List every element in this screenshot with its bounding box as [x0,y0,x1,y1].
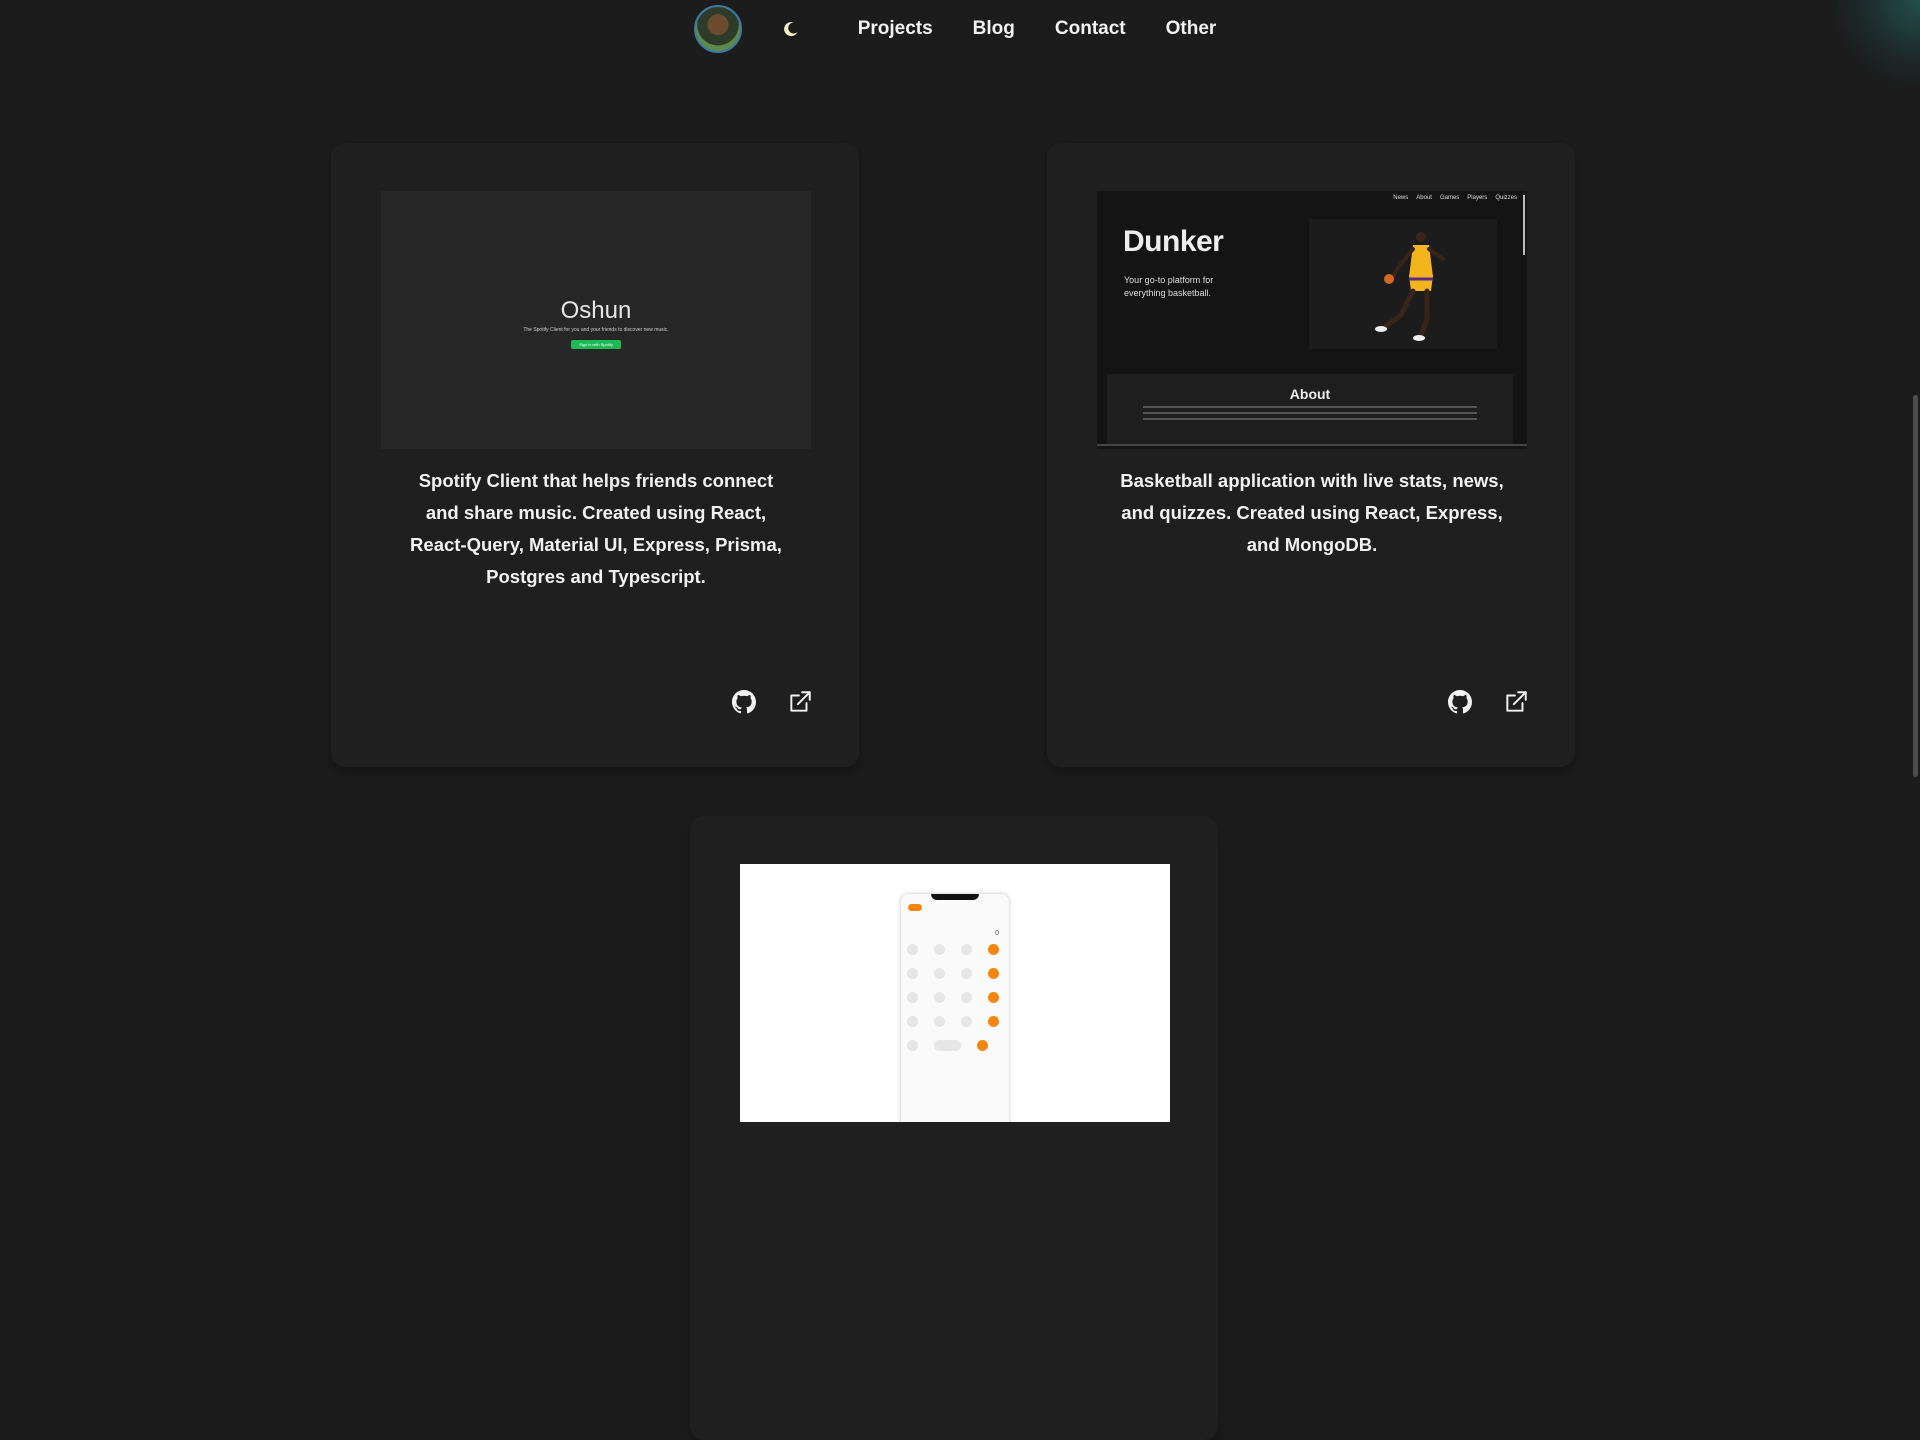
oshun-subtitle: The Spotify Client for you and your frie… [523,327,669,333]
nav-link-blog[interactable]: Blog [973,18,1015,40]
nav-link-projects[interactable]: Projects [858,18,933,40]
github-icon[interactable] [731,689,757,715]
dunker-about-title: About [1289,386,1331,402]
avatar[interactable] [693,5,742,53]
project-card-oshun: Oshun The Spotify Client for you and you… [331,143,859,767]
project-card-calculator: 0 [690,816,1218,1440]
dunker-nav-item: News [1393,195,1409,201]
project-links [731,689,813,715]
dunker-about-text [1143,406,1477,420]
nav-links: Projects Blog Contact Other [838,18,1237,40]
dunker-nav-item: About [1416,195,1432,201]
dunker-scrollbar [1523,195,1525,255]
dunker-nav-item: Games [1439,195,1460,201]
moon-icon[interactable] [780,18,802,40]
github-icon[interactable] [1447,689,1473,715]
oshun-signin-button: Sign in with Spotify [571,340,621,349]
calc-keypad [907,944,999,1064]
oshun-title: Oshun [560,297,632,324]
page-scrollbar[interactable] [1912,0,1920,1080]
dunker-nav: News About Games Players Quizzes [1393,195,1517,201]
dunker-title: Dunker [1123,225,1224,258]
project-thumbnail-calculator[interactable]: 0 [740,864,1170,1122]
dunker-tagline: Your go-to platform for everything baske… [1124,275,1214,298]
dunker-nav-item: Quizzes [1495,195,1517,201]
project-thumbnail-oshun[interactable]: Oshun The Spotify Client for you and you… [381,191,811,449]
phone-notch [931,894,979,900]
dunker-nav-item: Players [1467,195,1488,201]
scrollbar-thumb[interactable] [1913,395,1918,777]
external-link-icon[interactable] [787,689,813,715]
project-card-dunker: News About Games Players Quizzes Dunker … [1047,143,1575,767]
external-link-icon[interactable] [1503,689,1529,715]
top-nav: Projects Blog Contact Other [0,0,1920,58]
nav-link-contact[interactable]: Contact [1055,18,1126,40]
nav-link-other[interactable]: Other [1166,18,1217,40]
project-description: Spotify Client that helps friends connec… [410,470,782,587]
calc-display: 0 [995,930,999,937]
dunker-footer-line [1097,444,1527,446]
basketball-player-image [1309,219,1497,349]
theme-toggle [908,904,922,911]
project-links [1447,689,1529,715]
phone-mockup: 0 [901,894,1009,1122]
dunker-about-section: About [1107,374,1513,444]
project-thumbnail-dunker[interactable]: News About Games Players Quizzes Dunker … [1097,191,1527,449]
project-description: Basketball application with live stats, … [1120,470,1504,555]
